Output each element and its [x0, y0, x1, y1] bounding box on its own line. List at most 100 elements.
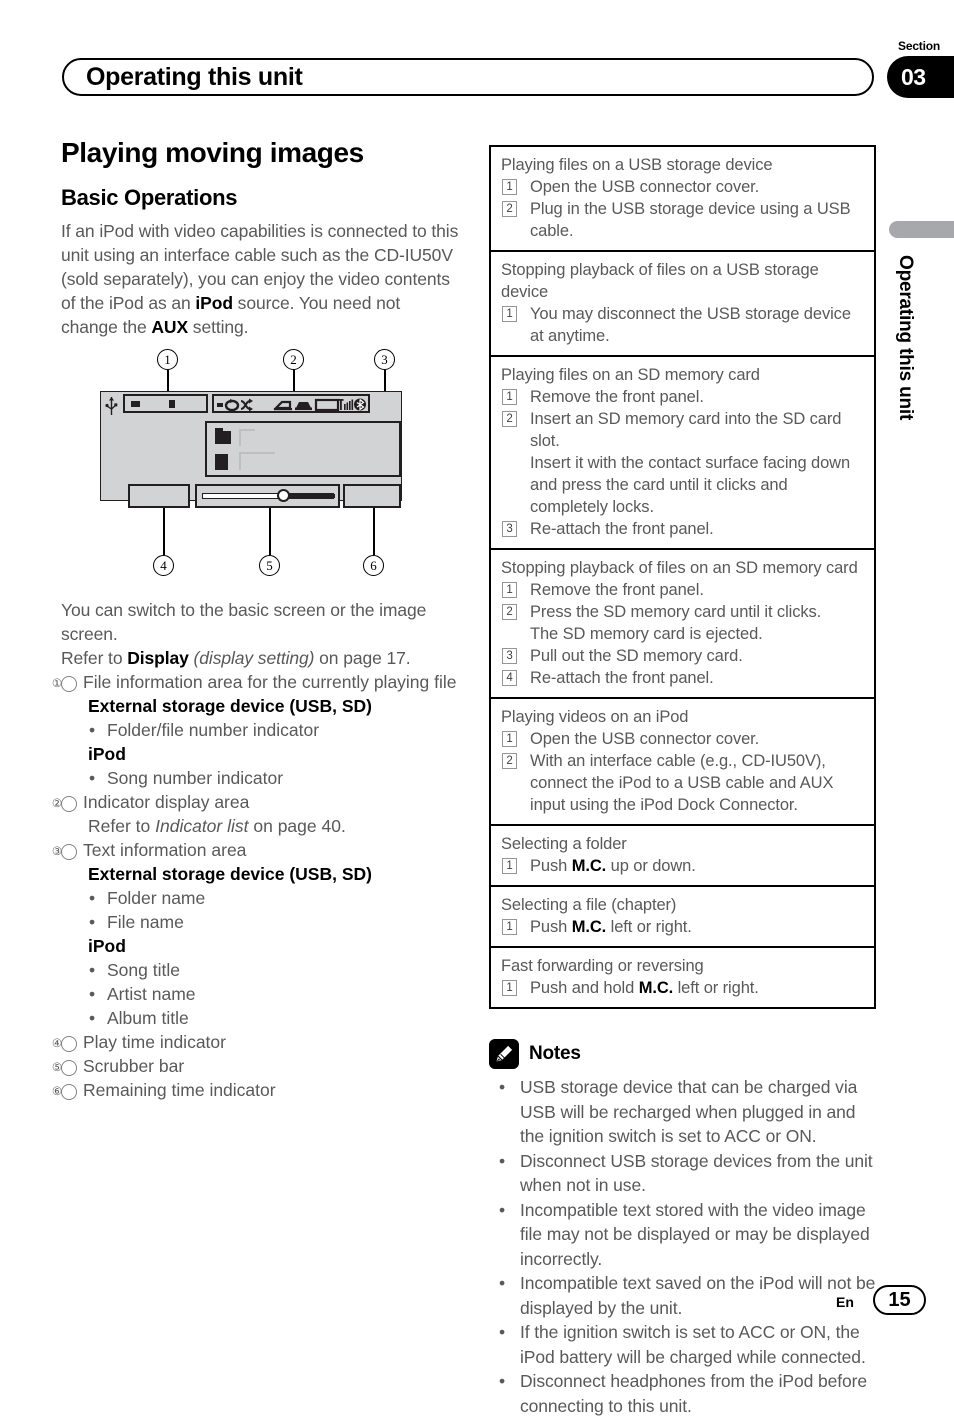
- display-ref-bold: Display: [127, 648, 189, 668]
- diagram-leader-4: [163, 508, 165, 555]
- table-row: Selecting a folder 1 Push M.C. up or down…: [491, 826, 874, 887]
- intro-text-part3: setting.: [188, 317, 249, 337]
- signal-icon: [338, 399, 354, 410]
- step-number: 3: [502, 521, 517, 537]
- step-text-pre: Push: [530, 857, 572, 875]
- op-step: 2 Insert an SD memory card into the SD ca…: [501, 408, 864, 452]
- folder-icon: [131, 401, 140, 407]
- intro-paragraph: If an iPod with video capabilities is co…: [61, 219, 461, 339]
- op-title: Selecting a file (chapter): [501, 896, 677, 914]
- diagram-callout-1: 1: [157, 349, 178, 370]
- scrubber-track[interactable]: [202, 493, 335, 499]
- item-text-1: File information area for the currently …: [83, 672, 457, 692]
- op-step: 1 Open the USB connector cover.: [501, 176, 864, 198]
- bullet-song-title: Song title: [61, 958, 461, 982]
- shuffle-icon: [240, 398, 253, 411]
- item-text-4: Play time indicator: [83, 1032, 226, 1052]
- op-step: 1 You may disconnect the USB storage devi…: [501, 303, 864, 347]
- op-title: Selecting a folder: [501, 835, 627, 853]
- item-number-4: ④: [52, 1036, 77, 1052]
- diagram-region-play-time: [128, 484, 190, 508]
- diagram-region-scrubber: [195, 484, 340, 508]
- repeat-icon: [224, 399, 240, 411]
- list-item: ② Indicator display area: [52, 790, 461, 814]
- intro-bold-aux: AUX: [151, 317, 189, 337]
- scrubber-knob[interactable]: [277, 489, 290, 502]
- item-text-2: Indicator display area: [83, 792, 250, 812]
- bullet-file-name: File name: [61, 910, 461, 934]
- step-text: With an interface cable (e.g., CD-IU50V)…: [530, 752, 834, 814]
- indicator-ref-post: on page 40.: [248, 816, 346, 836]
- op-step: 1 Push and hold M.C. left or right.: [501, 977, 864, 999]
- step-text: Remove the front panel.: [530, 388, 704, 406]
- page-header-title: Operating this unit: [86, 63, 303, 91]
- indicator-list-reference: Refer to Indicator list on page 40.: [61, 814, 461, 838]
- sub-heading-external-storage-1: External storage device (USB, SD): [88, 696, 372, 716]
- step-number: 1: [502, 919, 517, 935]
- item-number-3: ③: [52, 844, 77, 860]
- op-title: Playing videos on an iPod: [501, 708, 689, 726]
- table-row: Playing videos on an iPod 1 Open the USB …: [491, 699, 874, 826]
- display-ref-post: on page 17.: [314, 648, 411, 668]
- step-text-pre: Push: [530, 918, 572, 936]
- op-step: 2 With an interface cable (e.g., CD-IU50V…: [501, 750, 864, 816]
- item-text-5: Scrubber bar: [83, 1056, 185, 1076]
- page-title: Playing moving images: [61, 137, 364, 168]
- item-number-2: ②: [52, 796, 77, 812]
- step-text-bold: M.C.: [571, 857, 607, 875]
- text-placeholder-caret-2: [239, 452, 241, 470]
- table-row: Stopping playback of files on a USB stor…: [491, 252, 874, 357]
- scrubber-fill: [288, 494, 335, 498]
- item-text-6: Remaining time indicator: [83, 1080, 276, 1100]
- step-text: Open the USB connector cover.: [530, 178, 760, 196]
- op-title: Stopping playback of files on an SD memo…: [501, 559, 858, 577]
- step-number: 1: [502, 179, 517, 195]
- step-text: Remove the front panel.: [530, 581, 704, 599]
- op-step-continuation: The SD memory card is ejected.: [530, 625, 763, 643]
- op-step: 1 Open the USB connector cover.: [501, 728, 864, 750]
- left-column: Playing moving images Basic Operations I…: [52, 137, 461, 1102]
- bullet-song-number: Song number indicator: [61, 766, 461, 790]
- note-item: Disconnect USB storage devices from the …: [489, 1149, 876, 1198]
- notes-header: Notes: [489, 1039, 876, 1069]
- step-number: 1: [502, 731, 517, 747]
- bullet-folder-name: Folder name: [61, 886, 461, 910]
- table-row: Stopping playback of files on an SD memo…: [491, 550, 874, 699]
- switch-screen-note: You can switch to the basic screen or th…: [61, 600, 427, 644]
- note-item: USB storage device that can be charged v…: [489, 1075, 876, 1149]
- table-row: Fast forwarding or reversing 1 Push and h…: [491, 948, 874, 1007]
- usb-icon: [105, 397, 118, 415]
- intro-bold-ipod: iPod: [195, 293, 233, 313]
- list-item: ⑥ Remaining time indicator: [52, 1078, 461, 1102]
- op-title: Fast forwarding or reversing: [501, 957, 704, 975]
- file-icon: [215, 454, 228, 470]
- list-item: ① File information area for the currently…: [52, 670, 461, 694]
- file-icon: [169, 400, 175, 408]
- text-placeholder-caret: [239, 429, 241, 446]
- bullet-album-title: Album title: [61, 1006, 461, 1030]
- car-icon: [295, 402, 312, 411]
- step-text-bold: M.C.: [638, 979, 674, 997]
- text-placeholder-line: [239, 429, 255, 431]
- table-row: Playing files on an SD memory card 1 Remo…: [491, 357, 874, 550]
- diagram-region-remaining-time: [343, 484, 401, 508]
- notes-title: Notes: [529, 1043, 581, 1064]
- diagram-region-indicators: [212, 394, 370, 413]
- sub-heading-ipod-1: iPod: [88, 744, 126, 764]
- list-item: ③ Text information area: [52, 838, 461, 862]
- sub-heading-ipod-2: iPod: [88, 936, 126, 956]
- diagram-leader-5: [269, 508, 271, 555]
- step-text: Open the USB connector cover.: [530, 730, 760, 748]
- diagram-callout-2: 2: [283, 349, 304, 370]
- step-number: 3: [502, 648, 517, 664]
- op-step: 1 Remove the front panel.: [501, 386, 864, 408]
- bullet-artist-name: Artist name: [61, 982, 461, 1006]
- step-text: You may disconnect the USB storage devic…: [530, 305, 851, 345]
- step-number: 1: [502, 582, 517, 598]
- step-number: 1: [502, 389, 517, 405]
- op-title: Stopping playback of files on a USB stor…: [501, 261, 819, 301]
- item-number-6: ⑥: [52, 1084, 77, 1100]
- op-step-continuation: Insert it with the contact surface facin…: [530, 454, 851, 516]
- bluetooth-icon: [354, 398, 366, 411]
- op-step: 3 Pull out the SD memory card.: [501, 645, 864, 667]
